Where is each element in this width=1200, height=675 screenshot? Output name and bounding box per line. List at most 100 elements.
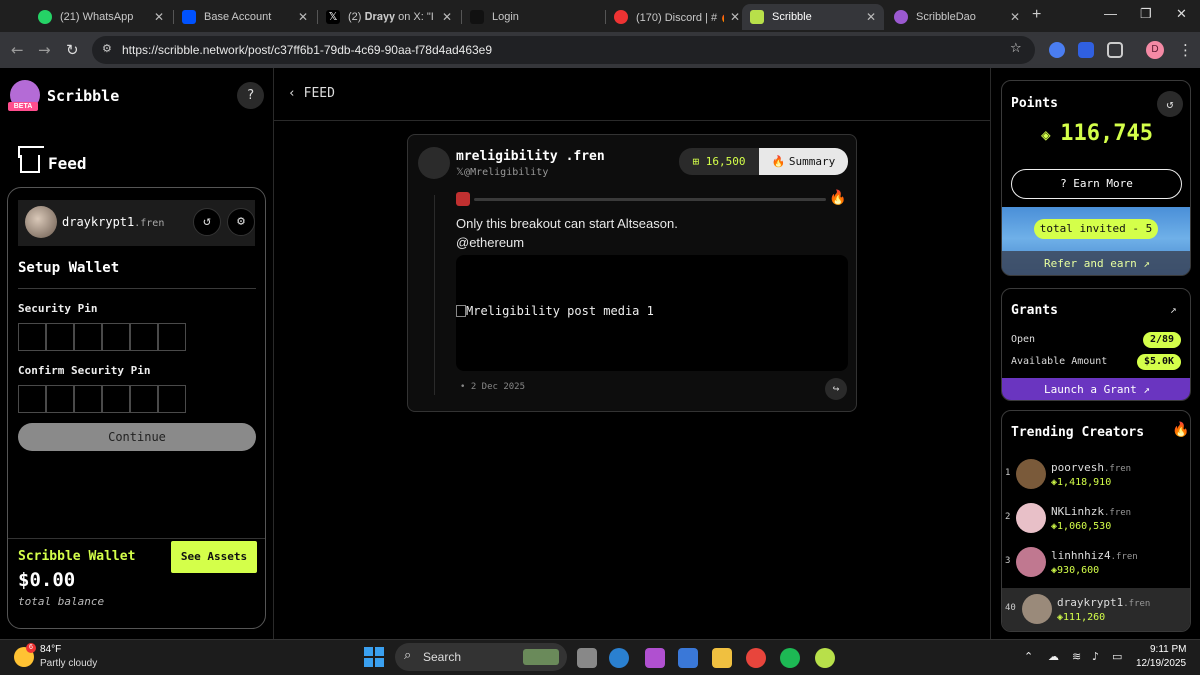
store-icon[interactable] — [678, 648, 698, 668]
creator-rank: 40 — [1005, 603, 1016, 613]
creator-points-value: 1,060,530 — [1057, 521, 1112, 532]
extensions-puzzle-icon[interactable] — [1107, 42, 1123, 58]
summary-button[interactable]: 🔥 Summary — [759, 148, 848, 175]
broken-image-icon — [456, 305, 466, 317]
extension-icon[interactable] — [1049, 42, 1065, 58]
copilot-icon[interactable] — [645, 648, 665, 668]
taskbar-search[interactable]: ⌕ Search — [395, 643, 567, 671]
bookmark-star-icon[interactable]: ☆ — [1010, 41, 1022, 56]
continue-button[interactable]: Continue — [18, 423, 256, 451]
close-icon[interactable]: ✕ — [154, 10, 164, 24]
back-to-feed-link[interactable]: ‹ FEED — [288, 86, 335, 101]
close-icon[interactable]: ✕ — [298, 10, 308, 24]
app-icon[interactable] — [815, 648, 835, 668]
pin-digit-field[interactable] — [74, 323, 102, 351]
weather-condition[interactable]: Partly cloudy — [40, 658, 97, 669]
list-item[interactable]: 3 linhnhiz4.fren ◈930,600 — [1002, 541, 1190, 585]
scribbledao-icon — [894, 10, 908, 24]
spotify-icon[interactable] — [780, 648, 800, 668]
new-tab-button[interactable]: + — [1032, 6, 1041, 24]
onedrive-icon[interactable]: ☁ — [1048, 650, 1059, 663]
tab-scribbledao[interactable]: ScribbleDao ✕ — [886, 4, 1028, 30]
address-bar[interactable]: ⚙ https://scribble.network/post/c37ff6b1… — [92, 36, 1035, 64]
avatar[interactable] — [418, 147, 450, 179]
search-label: Search — [423, 650, 462, 664]
creator-points: ◈111,260 — [1057, 612, 1105, 623]
window-close-button[interactable]: ✕ — [1176, 6, 1187, 22]
refer-and-earn-link[interactable]: Refer and earn ↗ — [1002, 251, 1190, 275]
username-suffix: .fren — [134, 218, 165, 229]
close-icon[interactable]: ✕ — [442, 10, 452, 24]
tab-base-account[interactable]: Base Account ✕ — [174, 4, 316, 30]
avatar — [1022, 594, 1052, 624]
pin-digit-field[interactable] — [102, 385, 130, 413]
avatar[interactable] — [25, 206, 57, 238]
settings-gear-icon[interactable]: ⚙ — [227, 208, 255, 236]
wifi-icon[interactable]: ≋ — [1072, 650, 1081, 663]
pin-digit-field[interactable] — [18, 323, 46, 351]
history-icon[interactable]: ↺ — [1157, 91, 1183, 117]
battery-icon[interactable]: ▭ — [1112, 650, 1122, 663]
edge-icon[interactable] — [609, 648, 629, 668]
tab-discord[interactable]: (170) Discord | # 🔥 b ✕ — [606, 4, 748, 30]
clock-date[interactable]: 12/19/2025 — [1136, 658, 1186, 669]
tab-x-post[interactable]: 𝕏 (2) 𝐃𝐫𝐚𝐲𝐲 on X: "I hr ✕ — [318, 4, 460, 30]
extension-icon[interactable] — [1078, 42, 1094, 58]
reload-icon[interactable]: ↻ — [66, 41, 79, 59]
tab-whatsapp[interactable]: (21) WhatsApp ✕ — [30, 4, 172, 30]
tab-scribble[interactable]: Scribble ✕ — [742, 4, 884, 30]
volume-icon[interactable]: ♪ — [1092, 650, 1099, 663]
windows-start-icon[interactable] — [364, 647, 384, 667]
pin-digit-field[interactable] — [46, 323, 74, 351]
back-arrow-icon[interactable]: ← — [11, 41, 24, 59]
tab-title: (2) 𝐃𝐫𝐚𝐲𝐲 on X: "I hr — [348, 10, 436, 23]
forward-arrow-icon[interactable]: → — [38, 41, 51, 59]
share-icon[interactable]: ↪ — [825, 378, 847, 400]
file-explorer-icon[interactable] — [712, 648, 732, 668]
post-likes-button[interactable]: ⊞ 16,500 — [679, 148, 759, 175]
site-settings-icon[interactable]: ⚙ — [102, 42, 112, 55]
search-highlight-icon — [523, 649, 559, 665]
help-button[interactable]: ? — [237, 82, 264, 109]
launch-grant-button[interactable]: Launch a Grant ↗ — [1002, 378, 1190, 400]
list-item-current-user[interactable]: 40 draykrypt1.fren ◈111,260 — [1002, 588, 1190, 631]
minimize-button[interactable]: — — [1104, 6, 1117, 21]
restore-button[interactable]: ❐ — [1140, 6, 1152, 22]
pin-digit-field[interactable] — [74, 385, 102, 413]
username: draykrypt1.fren — [62, 215, 164, 229]
close-icon[interactable]: ✕ — [730, 10, 740, 24]
browser-menu-icon[interactable]: ⋮ — [1178, 41, 1193, 59]
see-assets-button[interactable]: See Assets — [171, 541, 257, 573]
pin-digit-field[interactable] — [46, 385, 74, 413]
close-icon[interactable]: ✕ — [866, 10, 876, 24]
tab-login[interactable]: Login — [462, 4, 604, 30]
right-sidebar: Points ↺ ◈ 116,745 ? Earn More total inv… — [990, 68, 1200, 639]
weather-temperature[interactable]: 84°F — [40, 644, 61, 655]
post-author[interactable]: mreligibility .fren — [456, 149, 605, 164]
pin-digit-field[interactable] — [158, 323, 186, 351]
post-handle[interactable]: 𝕏@Mreligibility — [456, 167, 548, 178]
close-icon[interactable]: ✕ — [1010, 10, 1020, 24]
grants-open-badge: 2/89 — [1143, 332, 1181, 348]
sidebar-item-feed[interactable]: Feed — [20, 154, 87, 173]
invite-banner[interactable]: total invited - 5 Refer and earn ↗ — [1002, 207, 1190, 275]
post-mention[interactable]: @ethereum — [456, 233, 678, 252]
profile-avatar[interactable]: D — [1146, 41, 1164, 59]
pin-digit-field[interactable] — [18, 385, 46, 413]
tab-title: Login — [492, 11, 519, 23]
pin-digit-field[interactable] — [102, 323, 130, 351]
clock-time[interactable]: 9:11 PM — [1150, 644, 1187, 655]
windows-taskbar: 6 84°F Partly cloudy ⌕ Search ⌃ ☁ ≋ ♪ ▭ … — [0, 639, 1200, 675]
list-item[interactable]: 1 poorvesh.fren ◈1,418,910 — [1002, 453, 1190, 497]
external-arrow-icon[interactable]: ↗ — [1170, 303, 1177, 316]
tray-chevron-icon[interactable]: ⌃ — [1024, 650, 1033, 663]
pin-digit-field[interactable] — [130, 385, 158, 413]
pin-digit-field[interactable] — [130, 323, 158, 351]
history-icon[interactable]: ↺ — [193, 208, 221, 236]
task-view-icon[interactable] — [577, 648, 597, 668]
list-item[interactable]: 2 NKLinhzk.fren ◈1,060,530 — [1002, 497, 1190, 541]
earn-more-button[interactable]: ? Earn More — [1011, 169, 1182, 199]
chrome-icon[interactable] — [746, 648, 766, 668]
pin-digit-field[interactable] — [158, 385, 186, 413]
post-media[interactable]: Mreligibility post media 1 — [456, 255, 848, 371]
